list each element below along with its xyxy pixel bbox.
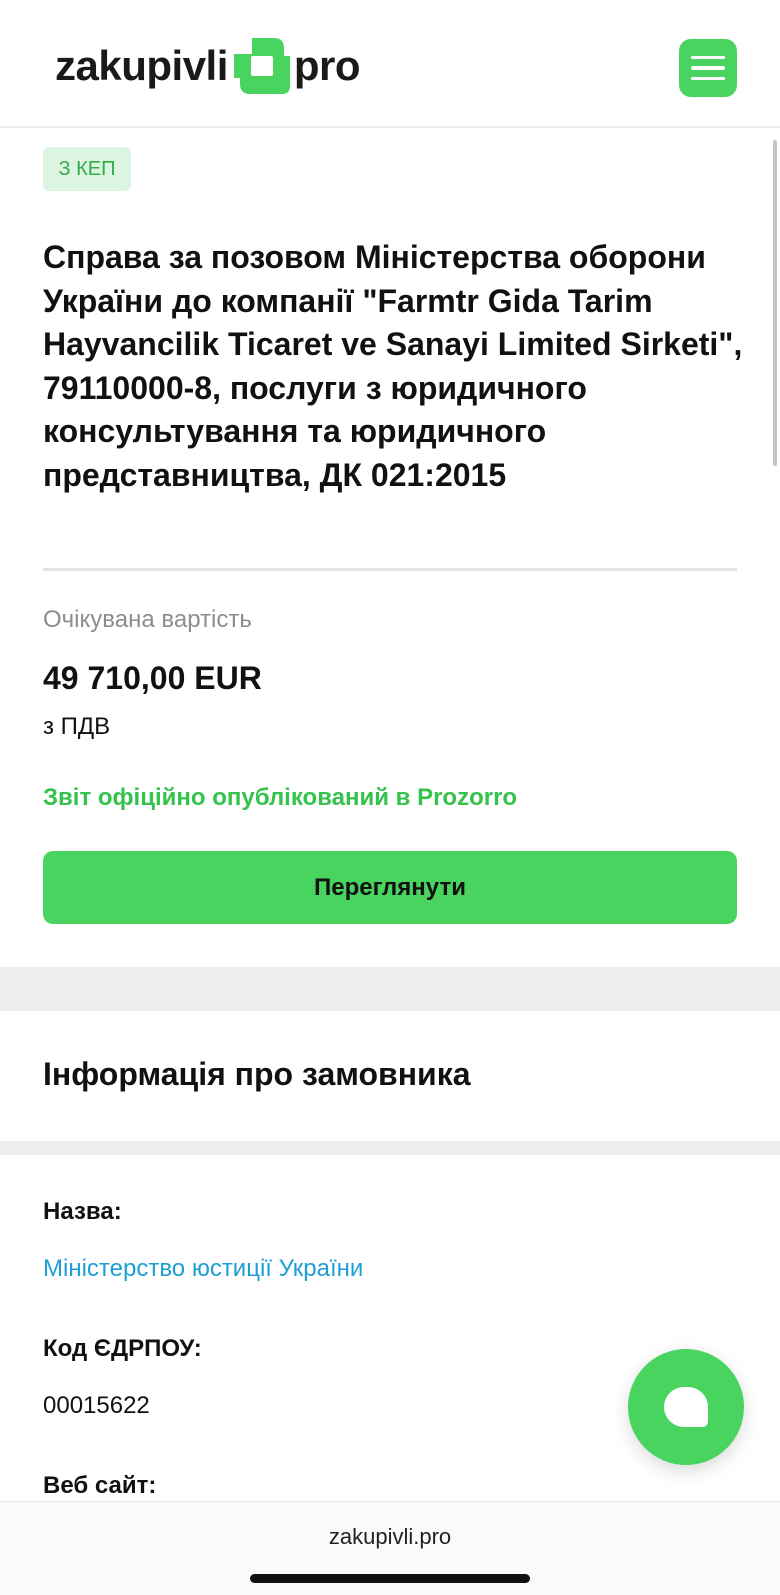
customer-code-value: 00015622 bbox=[43, 1392, 150, 1419]
customer-website-label: Веб сайт: bbox=[43, 1472, 157, 1499]
chat-bubble-icon bbox=[664, 1387, 708, 1427]
logo-mark-icon bbox=[233, 38, 290, 94]
published-note: Звіт офіційно опублікований в Prozorro bbox=[43, 784, 518, 811]
vat-note: з ПДВ bbox=[43, 713, 111, 740]
signature-badge: З КЕП bbox=[43, 147, 131, 191]
tender-title: Справа за позовом Міністерства оборони У… bbox=[43, 239, 743, 493]
hamburger-menu-icon[interactable] bbox=[679, 39, 737, 97]
site-header: zakupivli pro bbox=[0, 0, 780, 128]
page: zakupivli pro З КЕП Справа за позовом Мі… bbox=[0, 0, 780, 1595]
home-indicator[interactable] bbox=[250, 1574, 530, 1583]
customer-name-label: Назва: bbox=[43, 1198, 122, 1225]
browser-url[interactable]: zakupivli.pro bbox=[0, 1524, 780, 1550]
browser-address-bar: zakupivli.pro bbox=[0, 1501, 780, 1595]
section-separator bbox=[0, 967, 780, 1011]
expected-cost-value: 49 710,00 EUR bbox=[43, 660, 262, 696]
section-separator bbox=[0, 1141, 780, 1155]
site-logo[interactable]: zakupivli pro bbox=[55, 36, 361, 96]
customer-section-title: Інформація про замовника bbox=[43, 1056, 471, 1092]
customer-code-label: Код ЄДРПОУ: bbox=[43, 1335, 202, 1362]
divider bbox=[43, 568, 737, 571]
expected-cost-label: Очікувана вартість bbox=[43, 606, 252, 633]
page-scrollbar[interactable] bbox=[773, 140, 777, 466]
customer-name-link[interactable]: Міністерство юстиції України bbox=[43, 1255, 363, 1283]
logo-text-left: zakupivli bbox=[55, 42, 228, 89]
chat-button[interactable] bbox=[628, 1349, 744, 1465]
logo-text-right: pro bbox=[293, 42, 361, 89]
view-report-button[interactable]: Переглянути bbox=[43, 851, 737, 924]
